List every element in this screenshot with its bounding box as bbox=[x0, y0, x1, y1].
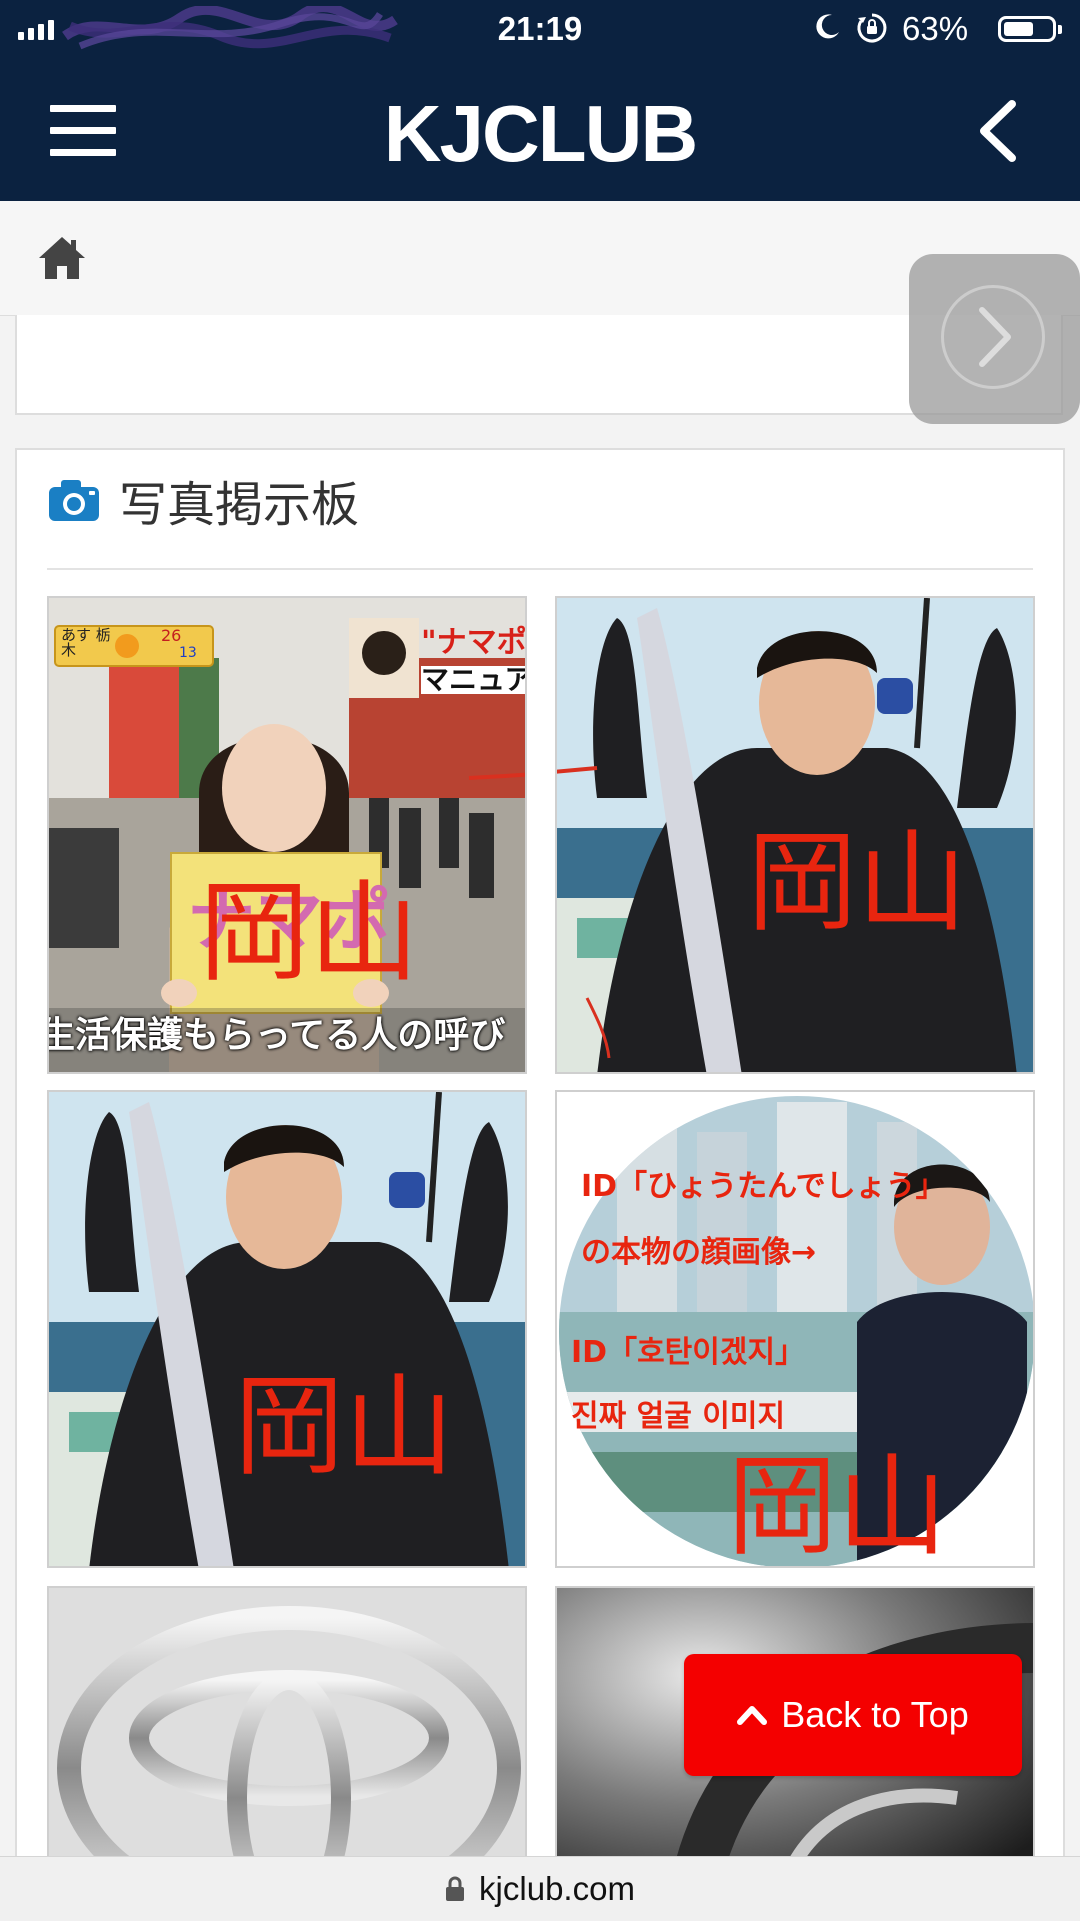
photo-thumbnail[interactable]: あす 栃木 26 13 "ナマポ"も マニュアル ナマポ 岡山 生活保護もらって… bbox=[47, 596, 527, 1074]
inset-title: "ナマポ"も bbox=[421, 625, 527, 660]
photo-thumbnail[interactable]: ID「ひょうたんでしょう」 の本物の顔画像→ ID「호탄이겠지」 진짜 얼굴 이… bbox=[555, 1090, 1035, 1568]
top-navbar: KJCLUB bbox=[0, 60, 1080, 201]
floating-next-button[interactable] bbox=[909, 254, 1080, 424]
inset-subtitle: マニュアル bbox=[421, 666, 525, 694]
annotation-label: 岡山 bbox=[727, 1443, 947, 1568]
rotation-lock-icon bbox=[857, 13, 887, 43]
home-icon[interactable] bbox=[36, 233, 88, 283]
battery-icon bbox=[998, 16, 1062, 42]
chevron-up-icon bbox=[737, 1706, 768, 1725]
camera-icon bbox=[49, 480, 99, 521]
site-logo[interactable]: KJCLUB bbox=[0, 88, 1080, 180]
image-caption: 生活保護もらってる人の呼び bbox=[47, 1015, 506, 1056]
back-to-top-button[interactable]: Back to Top bbox=[684, 1654, 1022, 1776]
car-emblem-image bbox=[49, 1588, 525, 1874]
url-text: kjclub.com bbox=[479, 1870, 635, 1907]
lock-icon bbox=[446, 1876, 465, 1901]
battery-percent: 63% bbox=[902, 10, 969, 47]
weather-low: 13 bbox=[179, 645, 197, 661]
annotation-label: 岡山 bbox=[234, 1363, 454, 1491]
status-bar: 21:19 63% bbox=[0, 0, 1080, 60]
annotation-label: 岡山 bbox=[199, 869, 419, 997]
caption-line-1: ID「ひょうたんでしょう」 bbox=[581, 1169, 946, 1204]
browser-url-bar[interactable]: kjclub.com bbox=[0, 1856, 1080, 1921]
photo-thumbnail[interactable]: 岡山 bbox=[47, 1090, 527, 1568]
photo-thumbnail[interactable]: 岡山 bbox=[555, 596, 1035, 1074]
empty-content-card bbox=[15, 315, 1063, 415]
back-to-top-label: Back to Top bbox=[781, 1694, 969, 1735]
photo-thumbnail[interactable] bbox=[47, 1586, 527, 1876]
caption-line-3: ID「호탄이겠지」 bbox=[571, 1335, 806, 1370]
weather-temp: 26 bbox=[161, 626, 182, 645]
header-divider bbox=[47, 568, 1033, 570]
weather-label: あす 栃木 bbox=[61, 626, 111, 659]
caption-line-2: の本物の顔画像→ bbox=[581, 1235, 817, 1270]
photo-board-title: 写真掲示板 bbox=[119, 477, 360, 533]
back-chevron-icon[interactable] bbox=[968, 96, 1028, 166]
fisherman-image bbox=[49, 1092, 525, 1566]
moon-icon bbox=[816, 14, 839, 39]
annotation-label: 岡山 bbox=[747, 819, 967, 947]
photo-board-header: 写真掲示板 bbox=[47, 470, 359, 533]
chevron-right-icon bbox=[979, 307, 1011, 367]
caption-line-4: 진짜 얼굴 이미지 bbox=[571, 1399, 786, 1434]
